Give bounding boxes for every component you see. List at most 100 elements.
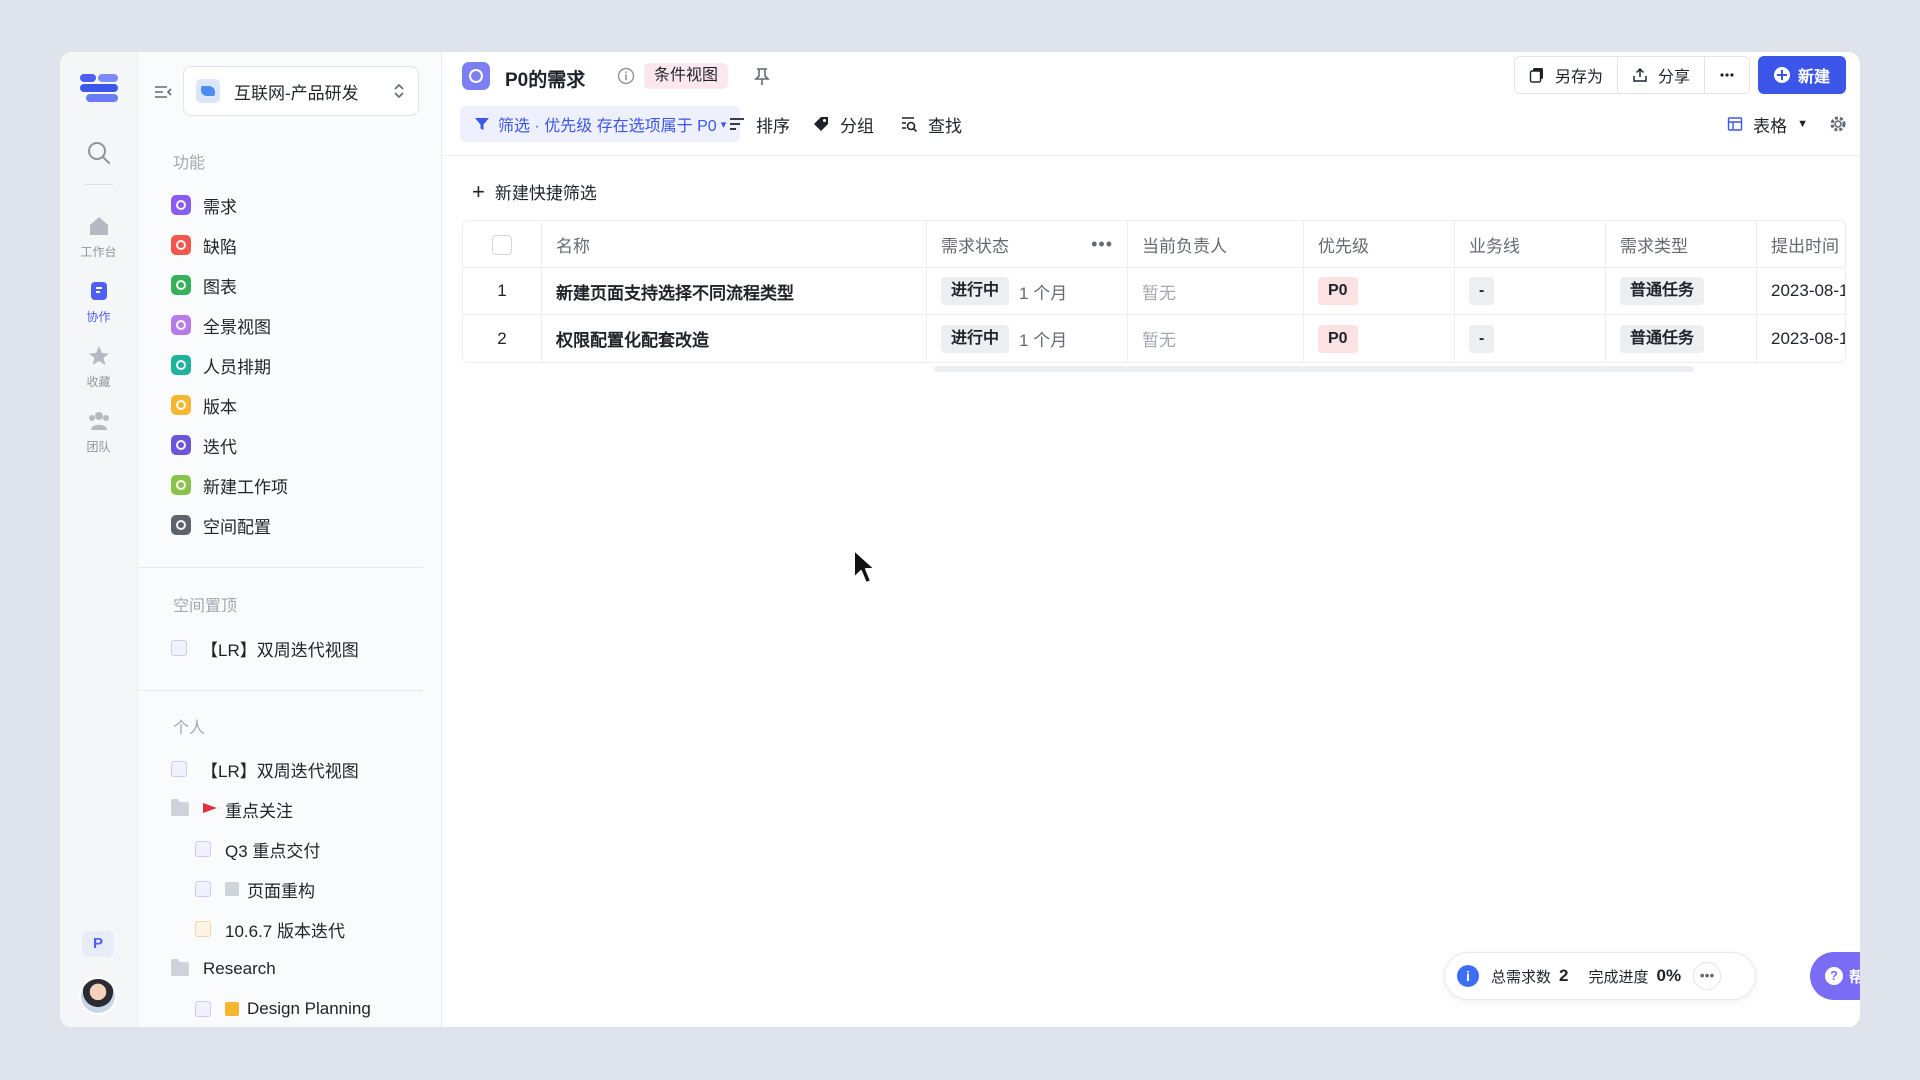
info-icon[interactable] [617, 67, 635, 85]
find-label: 查找 [928, 116, 962, 136]
sort-label: 排序 [756, 116, 790, 136]
business-line-cell[interactable]: - [1455, 315, 1606, 362]
tree-item-label: 重点关注 [225, 801, 293, 821]
search-icon[interactable] [86, 140, 112, 166]
help-button[interactable]: ? 帮助 [1810, 952, 1860, 1000]
sidebar-item-iterations[interactable]: 迭代 [171, 431, 237, 459]
owner-cell[interactable]: 暂无 [1128, 315, 1304, 362]
personal-folder[interactable]: 重点关注 [171, 795, 293, 823]
sidebar-item-defects[interactable]: 缺陷 [171, 231, 237, 259]
schedule-icon [171, 355, 191, 375]
table-icon [1727, 117, 1743, 131]
share-button[interactable]: 分享 [1618, 57, 1705, 93]
gear-icon[interactable] [1828, 114, 1848, 134]
column-header[interactable]: 优先级 [1304, 221, 1455, 268]
type-badge[interactable]: 普通任务 [1620, 324, 1705, 353]
business-line-cell[interactable]: - [1455, 268, 1606, 314]
total-label: 总需求数 [1491, 968, 1552, 986]
personal-item[interactable]: 【LR】双周迭代视图 [171, 755, 359, 783]
personal-item[interactable]: 页面重构 [195, 875, 315, 903]
tree-item-label: 10.6.7 版本迭代 [225, 921, 345, 941]
sidebar-item-panorama[interactable]: 全景视图 [171, 311, 271, 339]
name-cell[interactable]: 新建页面支持选择不同流程类型 [542, 268, 927, 314]
save-as-button[interactable]: 另存为 [1515, 57, 1618, 93]
workspace-select[interactable]: 互联网-产品研发 [183, 66, 419, 116]
name-text[interactable]: 新建页面支持选择不同流程类型 [556, 279, 794, 304]
column-header-status[interactable]: 需求状态 ••• [927, 221, 1128, 268]
more-icon[interactable]: ••• [1693, 962, 1722, 990]
owner-cell[interactable]: 暂无 [1128, 268, 1304, 314]
rail-item-workbench[interactable]: 工作台 [69, 213, 129, 260]
type-cell[interactable]: 普通任务 [1606, 268, 1757, 314]
priority-badge[interactable]: P0 [1318, 277, 1358, 305]
personal-item[interactable]: Design Planning [195, 995, 371, 1023]
find-button[interactable]: 查找 [900, 106, 962, 142]
requirement-icon [171, 195, 191, 215]
caret-down-icon: ▼ [1797, 118, 1808, 130]
sidebar-item-schedule[interactable]: 人员排期 [171, 351, 271, 379]
name-text[interactable]: 权限配置化配套改造 [556, 326, 709, 351]
time-cell[interactable]: 2023-08-1 [1757, 315, 1845, 362]
sidebar-item-new-workitem[interactable]: 新建工作项 [171, 471, 288, 499]
column-header[interactable]: 提出时间 [1757, 221, 1845, 268]
priority-cell[interactable]: P0 [1304, 268, 1455, 314]
business-line-badge[interactable]: - [1469, 277, 1495, 305]
app-logo[interactable] [78, 70, 120, 106]
pin-icon[interactable] [753, 66, 771, 86]
rail-item-team[interactable]: 团队 [69, 408, 129, 455]
sidebar-item-charts[interactable]: 图表 [171, 271, 237, 299]
new-quick-filter-button[interactable]: + 新建快捷筛选 [472, 179, 597, 204]
rail-item-favorites[interactable]: 收藏 [69, 343, 129, 390]
personal-item[interactable]: 10.6.7 版本迭代 [195, 915, 345, 943]
duration-text: 1 个月 [1019, 331, 1068, 350]
priority-badge[interactable]: P0 [1318, 324, 1358, 353]
more-button[interactable] [1705, 57, 1749, 93]
app-window: 工作台 协作 收藏 团队 P 互联网-产品研发 功能 需求 缺陷 图表 全景视图… [60, 52, 1860, 1027]
personal-item[interactable]: Q3 重点交付 [195, 835, 320, 863]
sidebar-item-space-settings[interactable]: 空间配置 [171, 511, 271, 539]
table-row[interactable]: 2 权限配置化配套改造 进行中 1 个月 暂无 P0 - 普通任务 2023-0… [463, 315, 1845, 362]
section-title-features: 功能 [173, 155, 206, 172]
progress-value: 0% [1656, 966, 1682, 985]
workspace-icon [196, 79, 220, 103]
red-flag-icon [203, 803, 217, 813]
column-more-icon[interactable]: ••• [1091, 234, 1113, 255]
chart-icon [171, 275, 191, 295]
business-line-badge[interactable]: - [1469, 324, 1495, 353]
table-row[interactable]: 1 新建页面支持选择不同流程类型 进行中 1 个月 暂无 P0 - 普通任务 2… [463, 268, 1845, 315]
group-button[interactable]: 分组 [812, 106, 874, 142]
new-button[interactable]: 新建 [1757, 56, 1846, 94]
column-header[interactable]: 当前负责人 [1128, 221, 1304, 268]
rail-item-collab[interactable]: 协作 [69, 278, 129, 325]
caret-down-icon: ▾ [720, 118, 727, 131]
time-cell[interactable]: 2023-08-1 [1757, 268, 1845, 314]
group-label: 分组 [840, 116, 874, 136]
collapse-sidebar-icon[interactable] [153, 82, 173, 102]
column-header[interactable]: 业务线 [1455, 221, 1606, 268]
status-badge[interactable]: 进行中 [941, 324, 1010, 353]
status-cell[interactable]: 进行中 1 个月 [927, 268, 1128, 314]
type-cell[interactable]: 普通任务 [1606, 315, 1757, 362]
priority-cell[interactable]: P0 [1304, 315, 1455, 362]
select-all-checkbox[interactable] [492, 234, 512, 255]
column-header[interactable]: 名称 [542, 221, 927, 268]
horizontal-scrollbar[interactable] [934, 366, 1694, 372]
pinned-item[interactable]: 【LR】双周迭代视图 [171, 634, 359, 662]
select-all-cell[interactable] [463, 221, 542, 268]
rail-label: 工作台 [80, 245, 117, 259]
duration-text: 1 个月 [1019, 283, 1068, 303]
avatar[interactable] [79, 977, 117, 1015]
type-badge[interactable]: 普通任务 [1620, 277, 1705, 305]
sidebar-item-requirements[interactable]: 需求 [171, 191, 237, 219]
workspace-badge[interactable]: P [82, 931, 114, 957]
sidebar-item-versions[interactable]: 版本 [171, 391, 237, 419]
column-header[interactable]: 需求类型 [1606, 221, 1757, 268]
name-cell[interactable]: 权限配置化配套改造 [542, 315, 927, 362]
filter-button[interactable]: 筛选 · 优先级 存在选项属于 P0 ▾ [460, 106, 741, 142]
status-badge[interactable]: 进行中 [941, 277, 1010, 305]
sort-button[interactable]: 排序 [728, 106, 790, 142]
status-cell[interactable]: 进行中 1 个月 [927, 315, 1128, 362]
personal-folder[interactable]: Research [171, 955, 276, 983]
view-switch[interactable]: 表格 ▼ [1727, 106, 1808, 142]
chevron-updown-icon [394, 83, 404, 99]
